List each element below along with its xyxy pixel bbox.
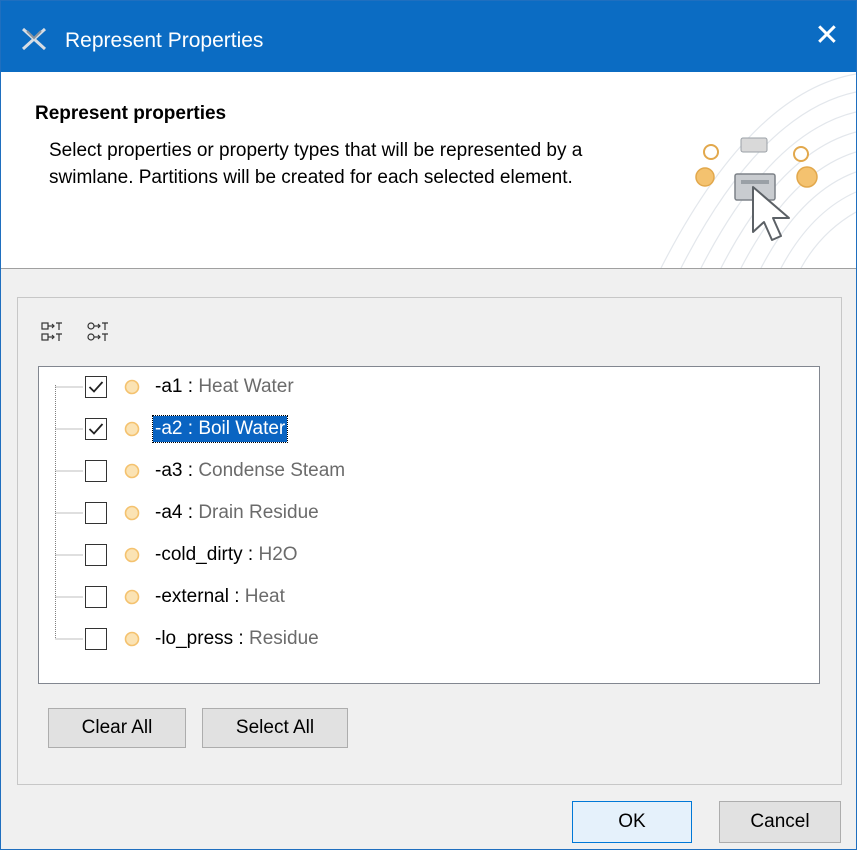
tree-item[interactable]: -a3 : Condense Steam (85, 455, 347, 487)
tree-item[interactable]: -lo_press : Residue (85, 623, 321, 655)
property-icon (123, 588, 141, 606)
tree-toolbar (36, 318, 120, 348)
ok-button[interactable]: OK (572, 801, 692, 843)
property-type: Boil Water (198, 418, 286, 439)
represent-properties-dialog: Represent Properties ✕ Represent propert… (0, 0, 857, 850)
property-icon (123, 504, 141, 522)
swimlane-cursor-illustration-icon (660, 73, 856, 268)
property-icon (123, 420, 141, 438)
select-all-button[interactable]: Select All (202, 708, 348, 748)
tree-item[interactable]: -a1 : Heat Water (85, 371, 296, 403)
property-icon (123, 546, 141, 564)
item-checkbox[interactable] (85, 586, 107, 608)
property-icon (123, 378, 141, 396)
header-description: Select properties or property types that… (49, 140, 583, 188)
item-checkbox[interactable] (85, 544, 107, 566)
property-name: -external (155, 586, 229, 607)
tree-item[interactable]: -a4 : Drain Residue (85, 497, 321, 529)
item-label[interactable]: -a4 : Drain Residue (153, 500, 321, 526)
item-label[interactable]: -a3 : Condense Steam (153, 458, 347, 484)
type-separator: : (182, 460, 199, 481)
item-checkbox[interactable] (85, 502, 107, 524)
property-name: -a4 (155, 502, 183, 523)
item-label[interactable]: -external : Heat (153, 584, 287, 610)
property-type: Condense Steam (198, 460, 346, 481)
close-button[interactable]: ✕ (804, 13, 850, 59)
item-checkbox[interactable] (85, 418, 107, 440)
tree-item[interactable]: -cold_dirty : H2O (85, 539, 300, 571)
property-type: Drain Residue (198, 502, 319, 523)
properties-tree[interactable]: -a1 : Heat Water -a2 : Boil Water -a3 : Co… (38, 366, 820, 684)
checkmark-icon (88, 423, 104, 435)
item-checkbox[interactable] (85, 628, 107, 650)
type-separator: : (182, 418, 199, 439)
property-icon (123, 630, 141, 648)
item-checkbox[interactable] (85, 460, 107, 482)
property-name: -cold_dirty (155, 544, 243, 565)
type-separator: : (242, 544, 259, 565)
property-type: Heat (244, 586, 285, 607)
tree-item[interactable]: -a2 : Boil Water (85, 413, 289, 445)
property-name: -a1 (155, 376, 183, 397)
item-label[interactable]: -a1 : Heat Water (153, 374, 296, 400)
item-label[interactable]: -cold_dirty : H2O (153, 542, 300, 568)
type-separator: : (228, 586, 245, 607)
close-icon: ✕ (814, 19, 840, 52)
tree-item[interactable]: -external : Heat (85, 581, 287, 613)
properties-icon (87, 322, 108, 341)
property-type: Residue (249, 628, 319, 649)
title-bar[interactable]: Represent Properties ✕ (1, 1, 856, 72)
cancel-button[interactable]: Cancel (719, 801, 841, 843)
type-separator: : (233, 628, 249, 649)
dialog-header: Represent properties Select properties o… (1, 72, 856, 269)
item-label[interactable]: -lo_press : Residue (153, 626, 321, 652)
checkmark-icon (88, 381, 104, 393)
type-separator: : (182, 376, 199, 397)
select-property-types-button[interactable] (36, 318, 74, 346)
property-name: -lo_press (155, 628, 234, 649)
property-name: -a3 (155, 460, 183, 481)
property-types-icon (41, 322, 62, 341)
type-separator: : (182, 502, 199, 523)
property-icon (123, 462, 141, 480)
header-title: Represent properties (35, 103, 227, 124)
magicdraw-app-icon (21, 27, 47, 51)
property-type: H2O (258, 544, 298, 565)
item-label[interactable]: -a2 : Boil Water (151, 415, 289, 443)
clear-all-button[interactable]: Clear All (48, 708, 186, 748)
property-type: Heat Water (198, 376, 294, 397)
select-properties-button[interactable] (82, 318, 120, 346)
item-checkbox[interactable] (85, 376, 107, 398)
window-title: Represent Properties (65, 29, 264, 52)
properties-panel: -a1 : Heat Water -a2 : Boil Water -a3 : Co… (17, 297, 842, 785)
property-name: -a2 (155, 418, 183, 439)
